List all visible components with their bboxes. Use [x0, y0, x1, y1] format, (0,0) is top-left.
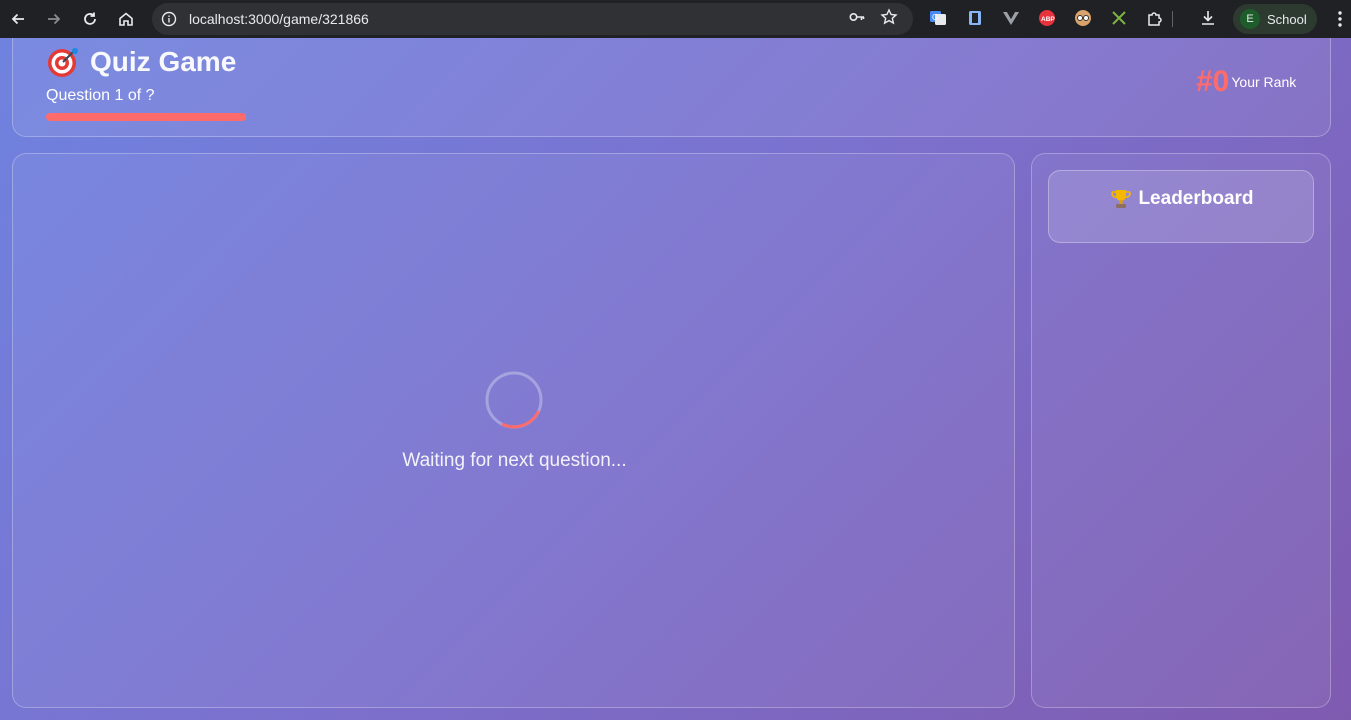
page-title: Quiz Game	[90, 46, 237, 77]
loading-spinner-icon	[485, 371, 543, 429]
reload-icon	[84, 12, 96, 25]
back-arrow-icon	[11, 13, 24, 25]
leaderboard-header: Leaderboard	[1048, 170, 1314, 243]
rank-display: #0 Your Rank	[1196, 65, 1296, 99]
back-button[interactable]	[4, 5, 32, 33]
forward-arrow-icon	[48, 13, 61, 25]
question-progress-bar	[46, 113, 246, 121]
bookmark-star-icon[interactable]	[880, 8, 898, 26]
browser-menu-icon[interactable]	[1331, 9, 1349, 29]
url-text: localhost:3000/game/321866	[189, 11, 369, 27]
leaderboard-title: Leaderboard	[1138, 188, 1254, 209]
target-icon	[48, 48, 78, 77]
leaderboard-panel: Leaderboard	[1031, 153, 1331, 708]
glasses-extension-icon[interactable]	[1074, 9, 1092, 27]
waiting-message: Waiting for next question...	[402, 450, 627, 471]
reload-button[interactable]	[76, 5, 104, 33]
home-button[interactable]	[112, 5, 140, 33]
forward-button[interactable]	[40, 5, 68, 33]
title-row: Quiz Game	[46, 45, 236, 79]
profile-button[interactable]: E School	[1233, 4, 1317, 34]
svg-text:G: G	[932, 13, 938, 22]
avatar: E	[1240, 9, 1260, 29]
toolbar-divider	[1172, 11, 1173, 27]
adblock-icon[interactable]: ABP	[1038, 9, 1056, 27]
browser-toolbar: localhost:3000/game/321866 G ABP E Schoo…	[0, 0, 1351, 38]
svg-text:ABP: ABP	[1041, 16, 1055, 23]
nx-extension-icon[interactable]	[1110, 9, 1128, 27]
leaderboard-title-row: Leaderboard	[1049, 188, 1315, 210]
extensions-puzzle-icon[interactable]	[1146, 9, 1164, 27]
question-progress-fill	[46, 113, 246, 121]
password-key-icon[interactable]	[848, 8, 866, 26]
profile-name: School	[1267, 11, 1307, 27]
rank-label: Your Rank	[1231, 74, 1297, 90]
question-panel: Waiting for next question...	[12, 153, 1015, 708]
question-counter: Question 1 of ?	[46, 87, 155, 104]
vue-devtools-icon[interactable]	[1002, 9, 1020, 27]
page-background: Quiz Game Question 1 of ? #0 Your Rank W…	[0, 38, 1351, 720]
downloads-icon[interactable]	[1199, 9, 1217, 27]
trophy-icon	[1111, 190, 1132, 208]
reader-extension-icon[interactable]	[966, 9, 984, 27]
game-header: Quiz Game Question 1 of ? #0 Your Rank	[12, 38, 1331, 137]
rank-value: #0	[1196, 65, 1230, 98]
address-bar[interactable]: localhost:3000/game/321866	[152, 3, 913, 35]
site-info-icon[interactable]	[161, 11, 177, 27]
home-icon	[119, 12, 133, 26]
translate-extension-icon[interactable]: G	[929, 9, 947, 27]
